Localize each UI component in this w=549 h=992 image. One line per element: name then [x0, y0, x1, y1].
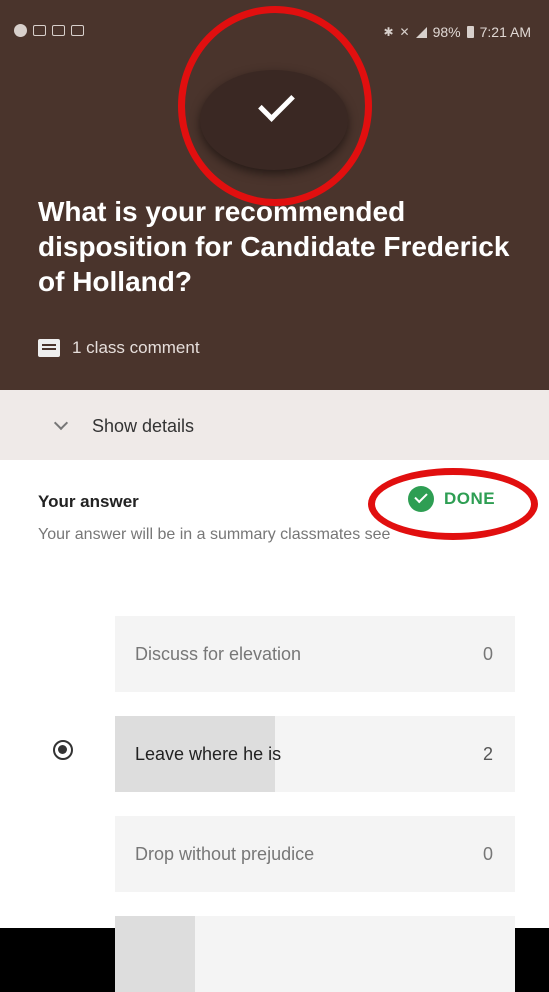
option-count: 0	[482, 644, 493, 664]
mute-icon: ✕	[399, 25, 410, 39]
answer-option[interactable]: Leave where he is 2	[115, 716, 515, 792]
answer-option[interactable]: Discuss for elevation 0	[115, 616, 515, 692]
class-comments-label: 1 class comment	[72, 338, 200, 357]
answer-subtitle: Your answer will be in a summary classma…	[38, 526, 391, 543]
highlight-circle-done	[368, 468, 538, 540]
chevron-down-icon	[53, 415, 69, 431]
battery-icon	[466, 26, 474, 38]
option-label: Discuss for elevation	[135, 644, 302, 664]
screen: ✱ ✕ 98% 7:21 AM What is your recommended…	[0, 0, 549, 992]
answer-option[interactable]: Drop without prejudice 0	[115, 816, 515, 892]
system-indicators: ✱ ✕ 98% 7:21 AM	[383, 24, 531, 40]
notification-icons	[14, 24, 84, 37]
option-count: 0	[482, 844, 493, 864]
answer-section: Your answer Your answer will be in a sum…	[0, 460, 549, 992]
image-icon-2	[71, 25, 84, 36]
battery-percent: 98%	[432, 24, 461, 40]
answer-option[interactable]	[115, 916, 515, 992]
question-header: What is your recommended disposition for…	[0, 6, 549, 390]
comment-icon	[38, 339, 60, 357]
result-bar	[115, 916, 195, 992]
radio-dot	[58, 745, 67, 754]
messenger-icon	[14, 24, 27, 37]
option-label: Leave where he is	[135, 744, 282, 764]
answer-heading: Your answer	[38, 492, 139, 511]
show-details-toggle[interactable]: Show details	[0, 390, 549, 460]
highlight-circle-check	[178, 6, 372, 206]
class-comments-link[interactable]: 1 class comment	[38, 338, 200, 358]
image-icon	[33, 25, 46, 36]
show-details-label: Show details	[92, 416, 195, 436]
signal-icon	[415, 26, 427, 38]
option-count: 2	[482, 744, 493, 764]
question-title: What is your recommended disposition for…	[38, 196, 510, 297]
selected-radio[interactable]	[53, 740, 73, 760]
gallery-icon	[52, 25, 65, 36]
bluetooth-icon: ✱	[383, 25, 394, 39]
clock: 7:21 AM	[479, 24, 531, 40]
option-label: Drop without prejudice	[135, 844, 315, 864]
